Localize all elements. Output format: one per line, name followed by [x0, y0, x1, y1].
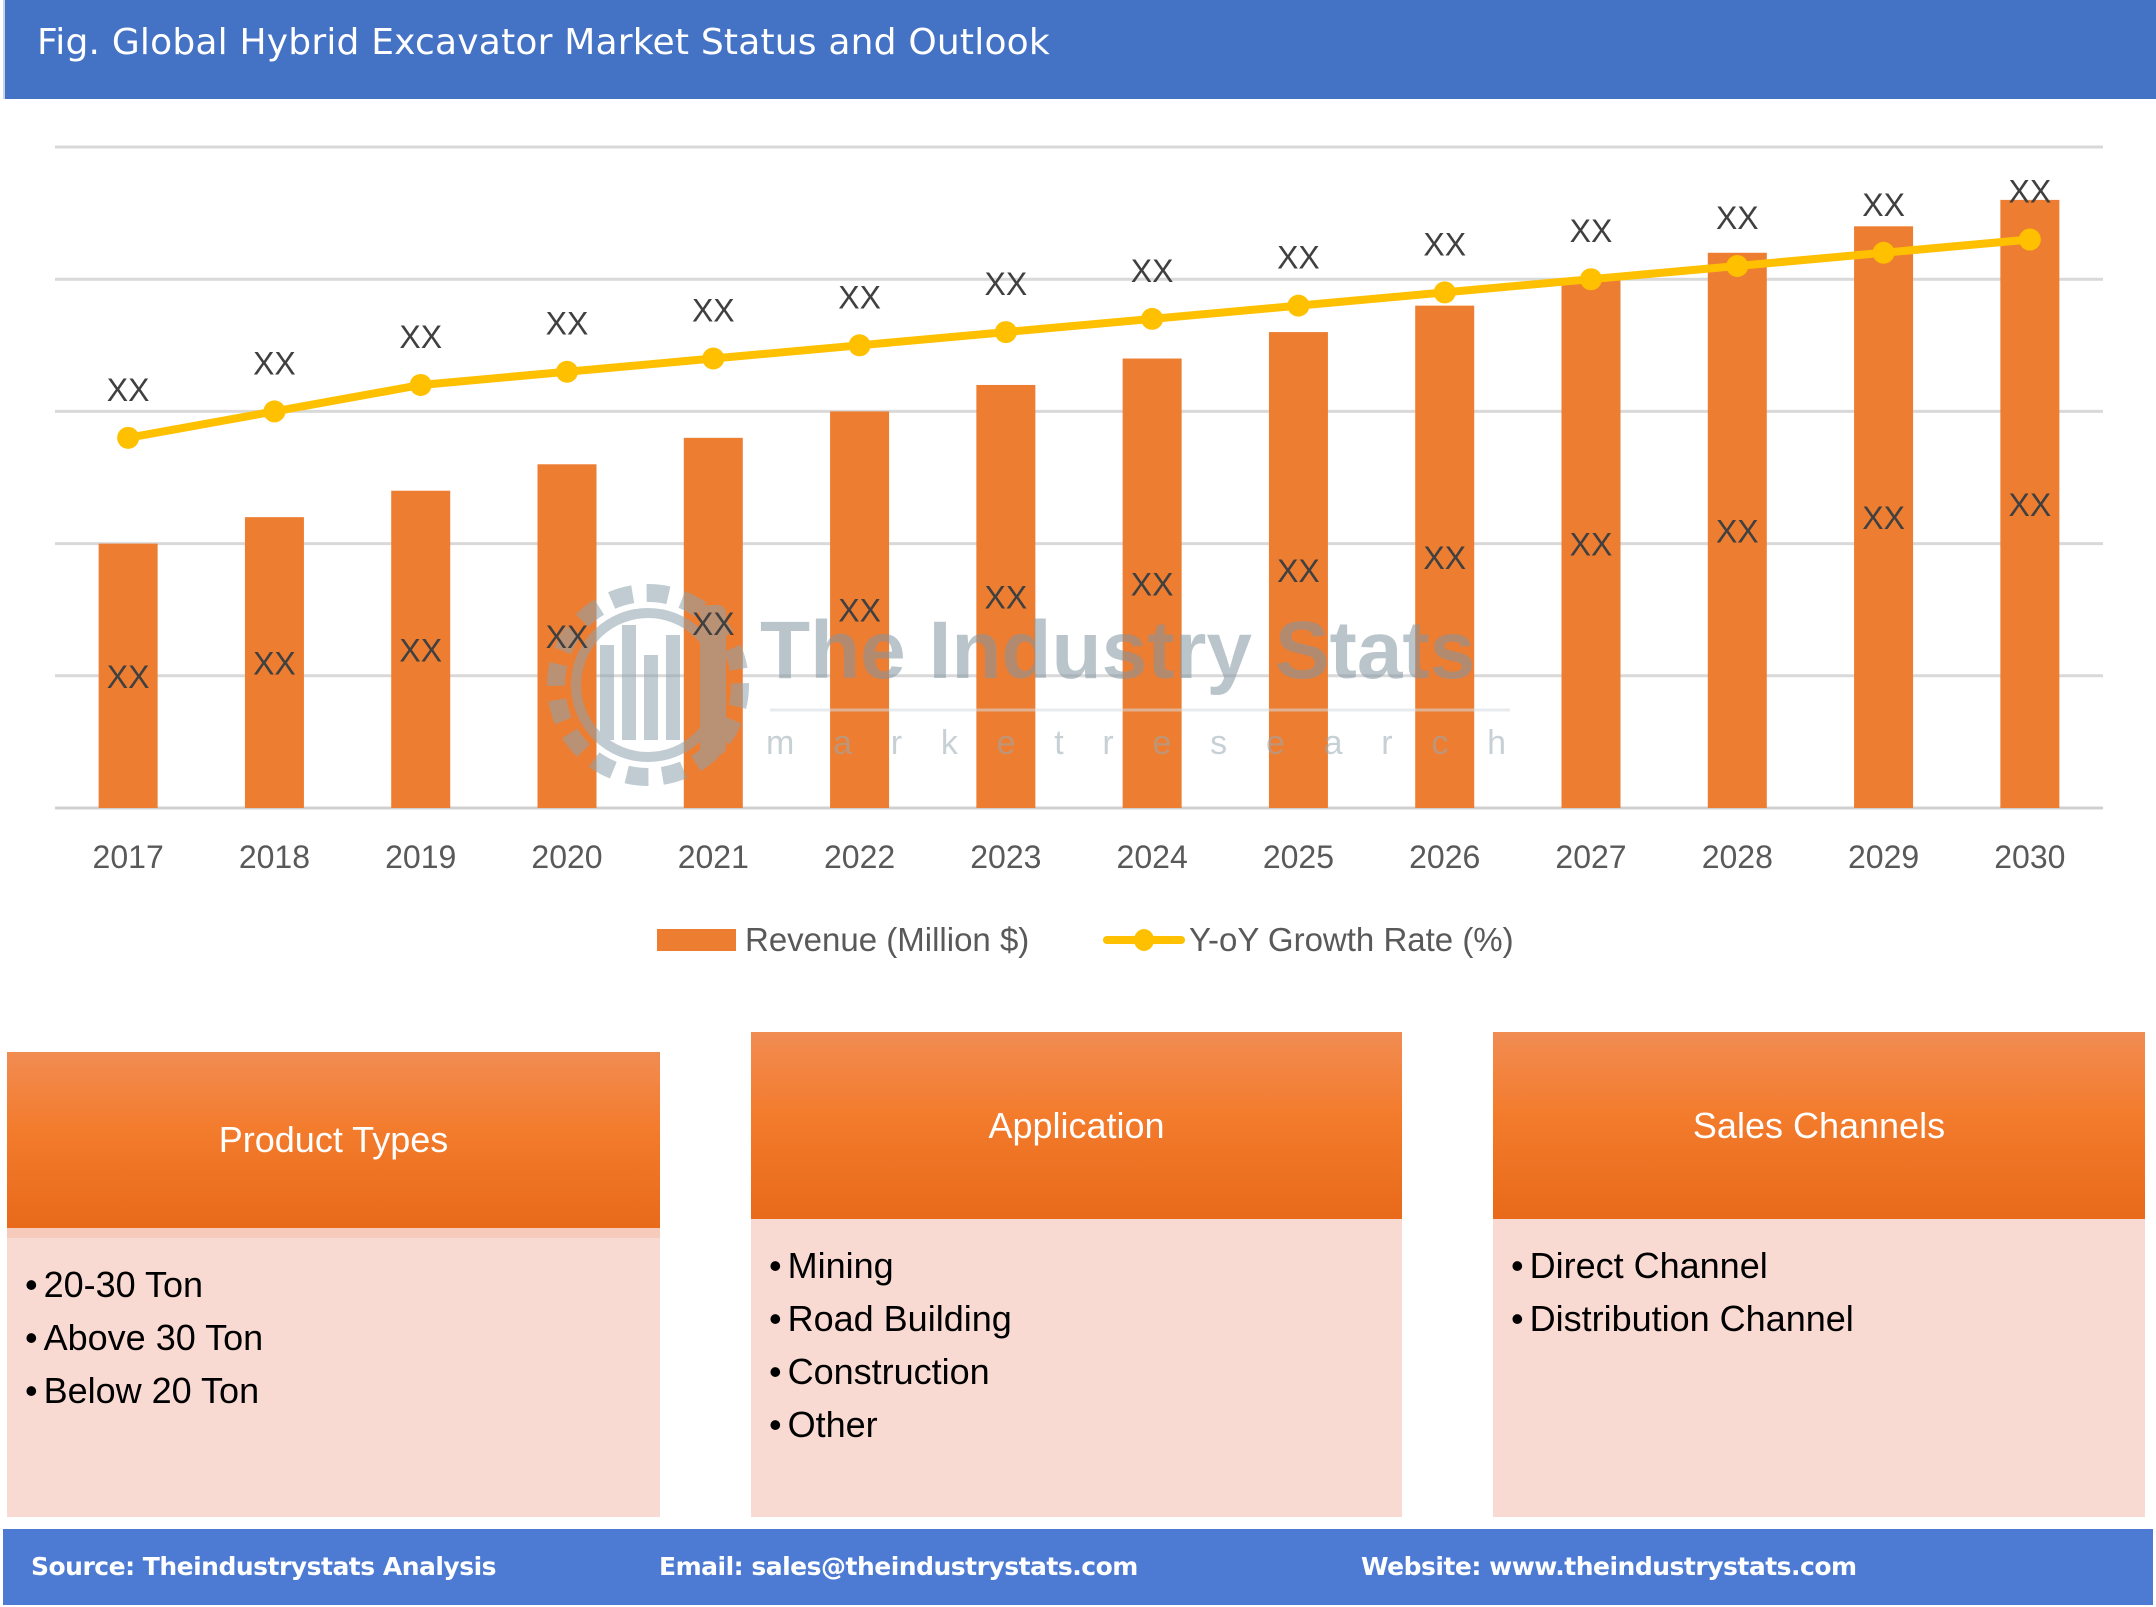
growth-rate-point [994, 321, 1017, 344]
growth-rate-point [409, 373, 432, 396]
x-tick-label: 2020 [531, 839, 602, 875]
title-bar: Fig. Global Hybrid Excavator Market Stat… [3, 0, 2156, 99]
segment-list: 20-30 Ton Above 30 Ton Below 20 Ton [7, 1238, 660, 1417]
bar-data-label: XX [1131, 566, 1174, 602]
list-item: Road Building [769, 1292, 1402, 1345]
bar-data-label: XX [107, 659, 150, 695]
growth-rate-point [1726, 254, 1749, 277]
segment-list: Direct Channel Distribution Channel [1493, 1219, 2145, 1345]
chart: The Industry Stats m a r k e t r e s e a… [55, 145, 2103, 875]
bar-data-label: XX [253, 646, 296, 682]
growth-rate-point [1872, 241, 1895, 264]
x-tick-label: 2026 [1409, 839, 1480, 875]
line-data-label: XX [692, 293, 735, 329]
revenue-bars [98, 199, 2060, 808]
x-tick-label: 2022 [824, 839, 895, 875]
segment-header: Sales Channels [1493, 1032, 2145, 1219]
segment-body: Mining Road Building Construction Other [751, 1219, 1402, 1517]
segment-list: Mining Road Building Construction Other [751, 1219, 1402, 1451]
segment-body: 20-30 Ton Above 30 Ton Below 20 Ton [7, 1238, 660, 1517]
footer-email[interactable]: Email: sales@theindustrystats.com [659, 1552, 1138, 1581]
list-item: Other [769, 1398, 1402, 1451]
x-axis-labels: 2017 2018 2019 2020 2021 2022 2023 2024 2025 2026… [93, 839, 2066, 875]
legend-label-growth: Y-oY Growth Rate (%) [1189, 921, 1514, 958]
growth-line-swatch-icon [1103, 918, 1185, 962]
x-tick-label: 2029 [1848, 839, 1919, 875]
line-data-label: XX [1277, 240, 1320, 276]
list-item: 20-30 Ton [25, 1258, 660, 1311]
line-data-label: XX [1862, 187, 1905, 223]
page-title: Fig. Global Hybrid Excavator Market Stat… [37, 22, 1050, 63]
x-tick-label: 2027 [1555, 839, 1626, 875]
bar-data-label: XX [1423, 540, 1466, 576]
segment-header: Application [751, 1032, 1402, 1219]
line-data-label: XX [1716, 200, 1759, 236]
x-tick-label: 2018 [239, 839, 310, 875]
segment-body: Direct Channel Distribution Channel [1493, 1219, 2145, 1517]
bar-data-label: XX [1716, 513, 1759, 549]
growth-rate-point [117, 426, 140, 449]
list-item: Below 20 Ton [25, 1364, 660, 1417]
growth-rate-point [263, 400, 286, 423]
x-tick-label: 2024 [1117, 839, 1188, 875]
list-item: Distribution Channel [1511, 1292, 2145, 1345]
x-tick-label: 2023 [970, 839, 1041, 875]
line-data-label: XX [1570, 213, 1613, 249]
x-tick-label: 2030 [1994, 839, 2065, 875]
segment-header: Product Types [7, 1052, 660, 1228]
x-tick-label: 2028 [1702, 839, 1773, 875]
growth-rate-point [1287, 294, 1310, 317]
line-data-label: XX [546, 306, 589, 342]
list-item: Above 30 Ton [25, 1311, 660, 1364]
segment-title: Sales Channels [1692, 1104, 1946, 1146]
segment-application: Application Mining Road Building Constru… [751, 1032, 1402, 1517]
segment-sales-channels: Sales Channels Direct Channel Distributi… [1493, 1032, 2145, 1517]
footer-source: Source: Theindustrystats Analysis [31, 1552, 497, 1581]
x-tick-label: 2021 [678, 839, 749, 875]
growth-rate-point [1433, 281, 1456, 304]
bar-data-label: XX [546, 619, 589, 655]
list-item: Direct Channel [1511, 1239, 2145, 1292]
line-data-label: XX [253, 345, 296, 381]
segment-product-types: Product Types 20-30 Ton Above 30 Ton Bel… [7, 1052, 660, 1517]
bar-data-label: XX [692, 606, 735, 642]
line-data-label: XX [399, 319, 442, 355]
x-tick-label: 2017 [93, 839, 164, 875]
bar-data-label: XX [1862, 500, 1905, 536]
line-data-label: XX [985, 266, 1028, 302]
x-tick-label: 2025 [1263, 839, 1334, 875]
footer-bar: Source: Theindustrystats Analysis Email:… [3, 1529, 2153, 1605]
growth-rate-point [848, 334, 871, 357]
list-item: Mining [769, 1239, 1402, 1292]
segment-title: Product Types [218, 1119, 449, 1160]
legend-label-revenue: Revenue (Million $) [745, 921, 1030, 958]
chart-legend: Revenue (Million $) Y-oY Growth Rate (%) [0, 918, 2156, 962]
segment-title: Application [988, 1104, 1165, 1146]
growth-rate-point [702, 347, 725, 370]
line-data-label: XX [838, 279, 881, 315]
list-item: Construction [769, 1345, 1402, 1398]
line-data-label: XX [107, 372, 150, 408]
bar-data-label: XX [2009, 487, 2052, 523]
bar-data-label: XX [985, 579, 1028, 615]
legend-item-revenue: Revenue (Million $) [657, 918, 1029, 962]
line-data-label: XX [1131, 253, 1174, 289]
growth-rate-point [556, 360, 578, 383]
legend-item-growth: Y-oY Growth Rate (%) [1103, 918, 1514, 962]
bar-data-label: XX [399, 632, 442, 668]
growth-rate-point [1580, 268, 1602, 291]
revenue-swatch-icon [657, 929, 736, 951]
growth-rate-point [2018, 228, 2041, 251]
bar-data-label: XX [838, 593, 881, 629]
line-data-label: XX [1423, 226, 1466, 262]
line-data-label: XX [2009, 174, 2052, 210]
segment-divider [7, 1228, 660, 1238]
footer-website[interactable]: Website: www.theindustrystats.com [1361, 1552, 1857, 1581]
bar-data-label: XX [1570, 527, 1613, 563]
bar-data-label: XX [1277, 553, 1320, 589]
growth-rate-point [1141, 307, 1164, 330]
x-tick-label: 2019 [385, 839, 456, 875]
